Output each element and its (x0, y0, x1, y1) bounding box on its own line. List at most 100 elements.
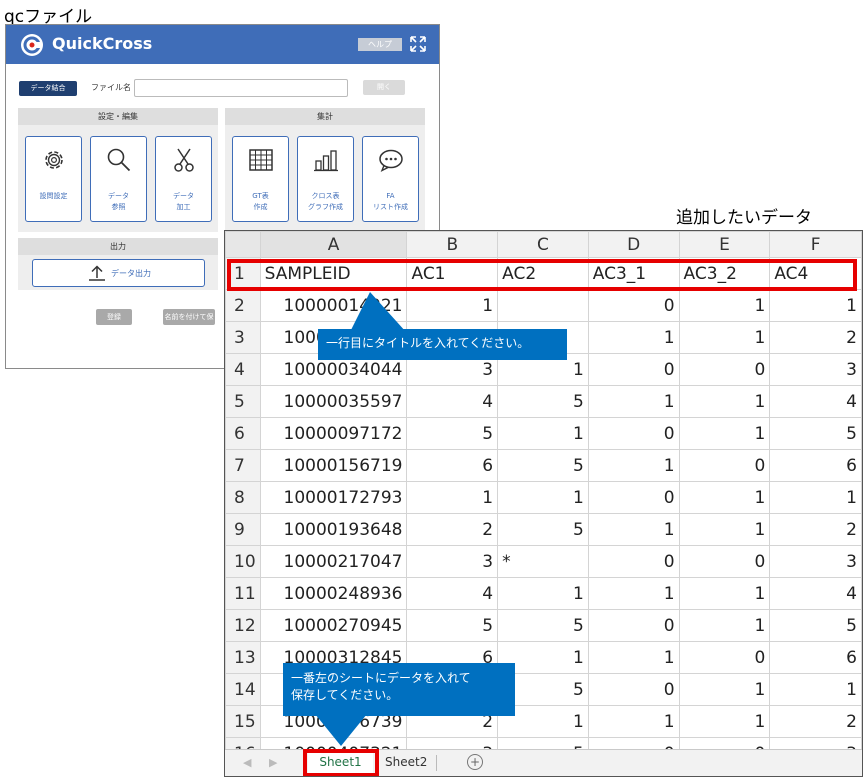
cell[interactable]: 2 (769, 513, 862, 546)
cell[interactable]: 1 (497, 417, 589, 450)
row-header[interactable]: 8 (225, 481, 261, 514)
cell[interactable]: 1 (678, 321, 771, 354)
data-process-button[interactable]: データ 加工 (155, 136, 212, 222)
row-header[interactable]: 7 (225, 449, 261, 482)
cell[interactable]: 0 (678, 545, 771, 578)
data-export-button[interactable]: データ出力 (32, 259, 205, 287)
row-header[interactable]: 13 (225, 641, 261, 674)
cell[interactable]: 6 (769, 641, 862, 674)
cell[interactable]: 1 (769, 481, 862, 514)
register-button[interactable]: 登録 (96, 309, 132, 325)
cell[interactable]: 1 (497, 577, 589, 610)
cell[interactable]: 10000156719 (259, 449, 408, 482)
cell[interactable]: 1 (678, 513, 771, 546)
cell[interactable]: 0 (587, 289, 680, 322)
row-header[interactable]: 3 (225, 321, 261, 354)
cell[interactable]: 5 (497, 385, 589, 418)
expand-icon[interactable] (410, 36, 426, 52)
cell[interactable]: 1 (587, 321, 680, 354)
cell[interactable]: 1 (678, 289, 771, 322)
cell[interactable]: * (497, 545, 589, 578)
cell[interactable]: 10000248936 (259, 577, 408, 610)
cell[interactable]: 2 (769, 321, 862, 354)
cell[interactable]: 3 (406, 545, 499, 578)
cell[interactable]: 5 (406, 609, 499, 642)
tab-scroll-left-icon[interactable]: ◀ (243, 756, 251, 769)
cell[interactable]: 2 (406, 513, 499, 546)
cell[interactable]: 1 (497, 481, 589, 514)
cell[interactable]: 5 (497, 449, 589, 482)
cell[interactable]: 10000217047 (259, 545, 408, 578)
cell[interactable]: 5 (769, 609, 862, 642)
cell[interactable]: 10000270945 (259, 609, 408, 642)
row-header[interactable]: 15 (225, 705, 261, 738)
cell[interactable]: 10000035597 (259, 385, 408, 418)
cell[interactable]: 1 (587, 449, 680, 482)
cell[interactable]: 1 (769, 673, 862, 706)
file-name-input[interactable] (134, 79, 348, 97)
column-header-f[interactable]: F (769, 231, 862, 258)
select-all-corner[interactable] (225, 231, 261, 258)
cell[interactable]: 10000193648 (259, 513, 408, 546)
cell[interactable]: 4 (769, 577, 862, 610)
column-header-c[interactable]: C (497, 231, 589, 258)
cell[interactable]: 0 (587, 353, 680, 386)
cell[interactable]: 0 (678, 641, 771, 674)
cell[interactable]: 6 (406, 449, 499, 482)
cell[interactable]: 0 (587, 481, 680, 514)
row-header[interactable]: 10 (225, 545, 261, 578)
cell[interactable]: 1 (678, 385, 771, 418)
row-header[interactable]: 9 (225, 513, 261, 546)
row-header[interactable]: 11 (225, 577, 261, 610)
cell[interactable]: 0 (678, 353, 771, 386)
cell[interactable]: 1 (769, 289, 862, 322)
cell[interactable]: 6 (769, 449, 862, 482)
cell[interactable]: 4 (769, 385, 862, 418)
data-merge-button[interactable]: データ結合 (19, 81, 77, 96)
cell[interactable]: 1 (406, 481, 499, 514)
cell[interactable]: 1 (678, 417, 771, 450)
cell[interactable]: 4 (406, 577, 499, 610)
cell[interactable] (497, 289, 589, 322)
cell[interactable]: 5 (497, 609, 589, 642)
cell[interactable]: 2 (769, 705, 862, 738)
row-header[interactable]: 12 (225, 609, 261, 642)
row-header[interactable]: 4 (225, 353, 261, 386)
cell[interactable]: 1 (678, 609, 771, 642)
cell[interactable]: 1 (678, 673, 771, 706)
cell[interactable]: 0 (587, 417, 680, 450)
cell[interactable]: 5 (406, 417, 499, 450)
cell[interactable]: 0 (587, 545, 680, 578)
cell[interactable]: 1 (678, 705, 771, 738)
cell[interactable]: 5 (497, 513, 589, 546)
cell[interactable]: 1 (406, 289, 499, 322)
row-header[interactable]: 6 (225, 417, 261, 450)
cell[interactable]: 10000097172 (259, 417, 408, 450)
row-header[interactable]: 5 (225, 385, 261, 418)
cross-table-button[interactable]: クロス表 グラフ作成 (297, 136, 354, 222)
help-button[interactable]: ヘルプ (358, 38, 402, 51)
row-header[interactable]: 2 (225, 289, 261, 322)
cell[interactable]: 0 (678, 449, 771, 482)
cell[interactable]: 10000172793 (259, 481, 408, 514)
cell[interactable]: 5 (769, 417, 862, 450)
column-header-a[interactable]: A (259, 231, 408, 258)
fa-list-button[interactable]: FA リスト作成 (362, 136, 419, 222)
cell[interactable]: 1 (678, 577, 771, 610)
column-header-b[interactable]: B (406, 231, 499, 258)
cell[interactable]: 3 (769, 545, 862, 578)
cell[interactable]: 1 (587, 513, 680, 546)
cell[interactable]: 1 (678, 481, 771, 514)
sheet-tab-sheet2[interactable]: Sheet2 (385, 755, 427, 769)
cell[interactable]: 1 (587, 385, 680, 418)
data-view-button[interactable]: データ 参照 (90, 136, 147, 222)
cell[interactable]: 1 (587, 641, 680, 674)
cell[interactable]: 3 (769, 353, 862, 386)
gt-table-button[interactable]: GT表 作成 (232, 136, 289, 222)
tab-scroll-right-icon[interactable]: ▶ (269, 756, 277, 769)
question-settings-button[interactable]: 設問設定 (25, 136, 82, 222)
cell[interactable]: 0 (587, 673, 680, 706)
save-as-button[interactable]: 名前を付けて保存 (163, 309, 215, 337)
row-header[interactable]: 14 (225, 673, 261, 706)
cell[interactable]: 0 (587, 609, 680, 642)
